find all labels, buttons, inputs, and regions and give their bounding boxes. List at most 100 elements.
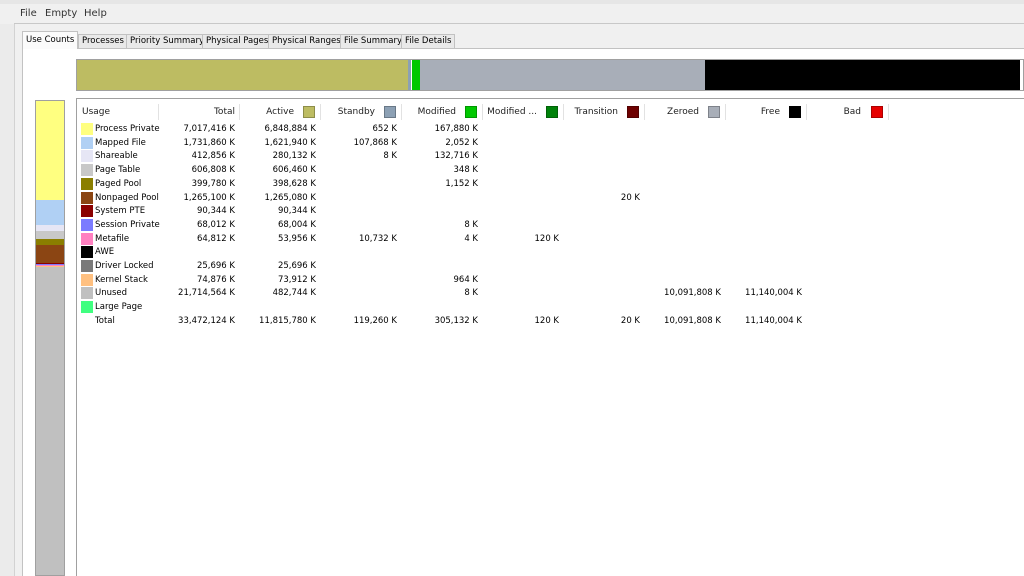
usage-segment-nonpaged-pool	[36, 244, 64, 263]
row-color-swatch	[81, 191, 93, 204]
row-usage-name[interactable]: Mapped File	[95, 137, 146, 150]
row-usage-name[interactable]: Nonpaged Pool	[95, 192, 159, 205]
overview-segment-zeroed	[420, 60, 706, 90]
row-value-cell: 20 K	[620, 192, 640, 203]
menu-empty[interactable]: Empty	[45, 8, 77, 19]
row-value-cell: 20 K	[620, 315, 640, 326]
col-header-bad[interactable]: Bad	[808, 104, 861, 122]
bad-color-swatch	[871, 106, 883, 118]
row-usage-name[interactable]: Process Private	[95, 123, 160, 136]
tab-file-summary[interactable]: File Summary	[340, 34, 407, 48]
row-value-cell: 606,460 K	[272, 165, 316, 176]
col-header-free[interactable]: Free	[727, 104, 780, 122]
col-header-zeroed[interactable]: Zeroed	[646, 104, 699, 122]
row-color-swatch	[81, 123, 93, 135]
row-color-swatch	[81, 205, 93, 218]
row-color-swatch	[81, 164, 93, 177]
overview-segment-modified	[411, 60, 421, 90]
col-header-active[interactable]: Active	[241, 104, 294, 122]
row-value-cell: 90,344 K	[196, 206, 235, 217]
row-value-cell: 964 K	[453, 274, 479, 285]
row-usage-name[interactable]: Session Private	[95, 219, 160, 232]
tab-use-counts[interactable]: Use Counts	[22, 31, 79, 49]
menu-bar: File Empty Help	[0, 4, 1024, 22]
row-value-cell: 8 K	[464, 219, 478, 230]
usage-segment-process-private	[36, 101, 64, 201]
row-color-swatch	[81, 177, 93, 190]
tab-file-details[interactable]: File Details	[401, 34, 456, 48]
row-color-swatch	[81, 232, 93, 245]
col-divider[interactable]	[806, 104, 807, 120]
row-value-cell: 8 K	[383, 151, 397, 162]
col-header-modified-no-write[interactable]: Modified ...	[484, 104, 537, 122]
row-value-cell: 398,628 K	[272, 178, 316, 189]
tab-physical-ranges[interactable]: Physical Ranges	[268, 34, 345, 48]
col-divider[interactable]	[320, 104, 321, 120]
row-color-swatch	[81, 246, 93, 259]
row-usage-name[interactable]: Paged Pool	[95, 178, 141, 191]
tab-processes[interactable]: Processes	[78, 34, 128, 48]
row-color-swatch	[81, 260, 93, 272]
row-usage-name[interactable]: Unused	[95, 287, 127, 300]
col-header-standby[interactable]: Standby	[322, 104, 375, 122]
col-divider[interactable]	[563, 104, 564, 120]
col-header-usage[interactable]: Usage	[82, 104, 110, 122]
usage-segment-mapped-file	[36, 200, 64, 225]
row-value-cell: 64,812 K	[196, 233, 235, 244]
standby-color-swatch	[384, 106, 396, 118]
row-value-cell: 10,091,808 K	[664, 288, 721, 299]
menu-help[interactable]: Help	[84, 8, 107, 19]
usage-segment-unused	[36, 267, 64, 575]
tab-physical-pages[interactable]: Physical Pages	[202, 34, 273, 48]
row-value-cell: 68,012 K	[196, 219, 235, 230]
row-value-cell: 74,876 K	[196, 274, 235, 285]
menu-file[interactable]: File	[20, 8, 37, 19]
row-value-cell: 53,956 K	[277, 233, 316, 244]
memory-overview-bar	[76, 59, 1024, 91]
row-value-cell: 132,716 K	[434, 151, 478, 162]
row-value-cell: 25,696 K	[277, 261, 316, 271]
row-value-cell: 11,140,004 K	[745, 315, 802, 326]
zeroed-color-swatch	[708, 106, 720, 118]
row-value-cell: 8 K	[464, 288, 478, 299]
row-color-swatch	[81, 301, 93, 314]
col-divider[interactable]	[725, 104, 726, 120]
col-divider[interactable]	[644, 104, 645, 120]
row-value-cell: 1,265,080 K	[264, 192, 316, 203]
row-usage-name[interactable]: Total	[95, 315, 115, 328]
col-divider[interactable]	[239, 104, 240, 120]
row-color-swatch	[81, 287, 93, 300]
row-usage-name[interactable]: Driver Locked	[95, 260, 154, 273]
row-value-cell: 6,848,884 K	[264, 124, 316, 134]
row-usage-name[interactable]: System PTE	[95, 205, 145, 218]
tab-priority-summary[interactable]: Priority Summary	[126, 34, 209, 48]
col-divider[interactable]	[401, 104, 402, 120]
col-header-transition[interactable]: Transition	[565, 104, 618, 122]
overview-segment-free	[705, 60, 1021, 90]
row-value-cell: 348 K	[453, 165, 479, 176]
row-value-cell: 1,152 K	[445, 178, 478, 189]
row-value-cell: 1,731,860 K	[183, 137, 235, 148]
col-divider[interactable]	[482, 104, 483, 120]
row-color-swatch	[81, 273, 93, 286]
row-usage-name[interactable]: Large Page	[95, 301, 142, 314]
row-value-cell: 2,052 K	[445, 137, 478, 148]
usage-breakdown-bar	[35, 100, 65, 576]
row-value-cell: 482,744 K	[272, 288, 316, 299]
row-value-cell: 10,732 K	[358, 233, 397, 244]
row-usage-name[interactable]: AWE	[95, 246, 114, 259]
col-header-total[interactable]: Total	[180, 104, 235, 122]
modified-color-swatch	[465, 106, 477, 118]
row-usage-name[interactable]: Metafile	[95, 233, 129, 246]
row-usage-name[interactable]: Page Table	[95, 164, 140, 177]
col-header-modified[interactable]: Modified	[403, 104, 456, 122]
col-divider[interactable]	[158, 104, 159, 120]
row-value-cell: 606,808 K	[191, 165, 235, 176]
row-value-cell: 7,017,416 K	[183, 124, 235, 134]
row-value-cell: 399,780 K	[191, 178, 235, 189]
row-usage-name[interactable]: Kernel Stack	[95, 274, 148, 287]
row-value-cell: 412,856 K	[191, 151, 235, 162]
row-usage-name[interactable]: Shareable	[95, 150, 138, 163]
row-value-cell: 1,621,940 K	[264, 137, 316, 148]
col-divider[interactable]	[888, 104, 889, 120]
